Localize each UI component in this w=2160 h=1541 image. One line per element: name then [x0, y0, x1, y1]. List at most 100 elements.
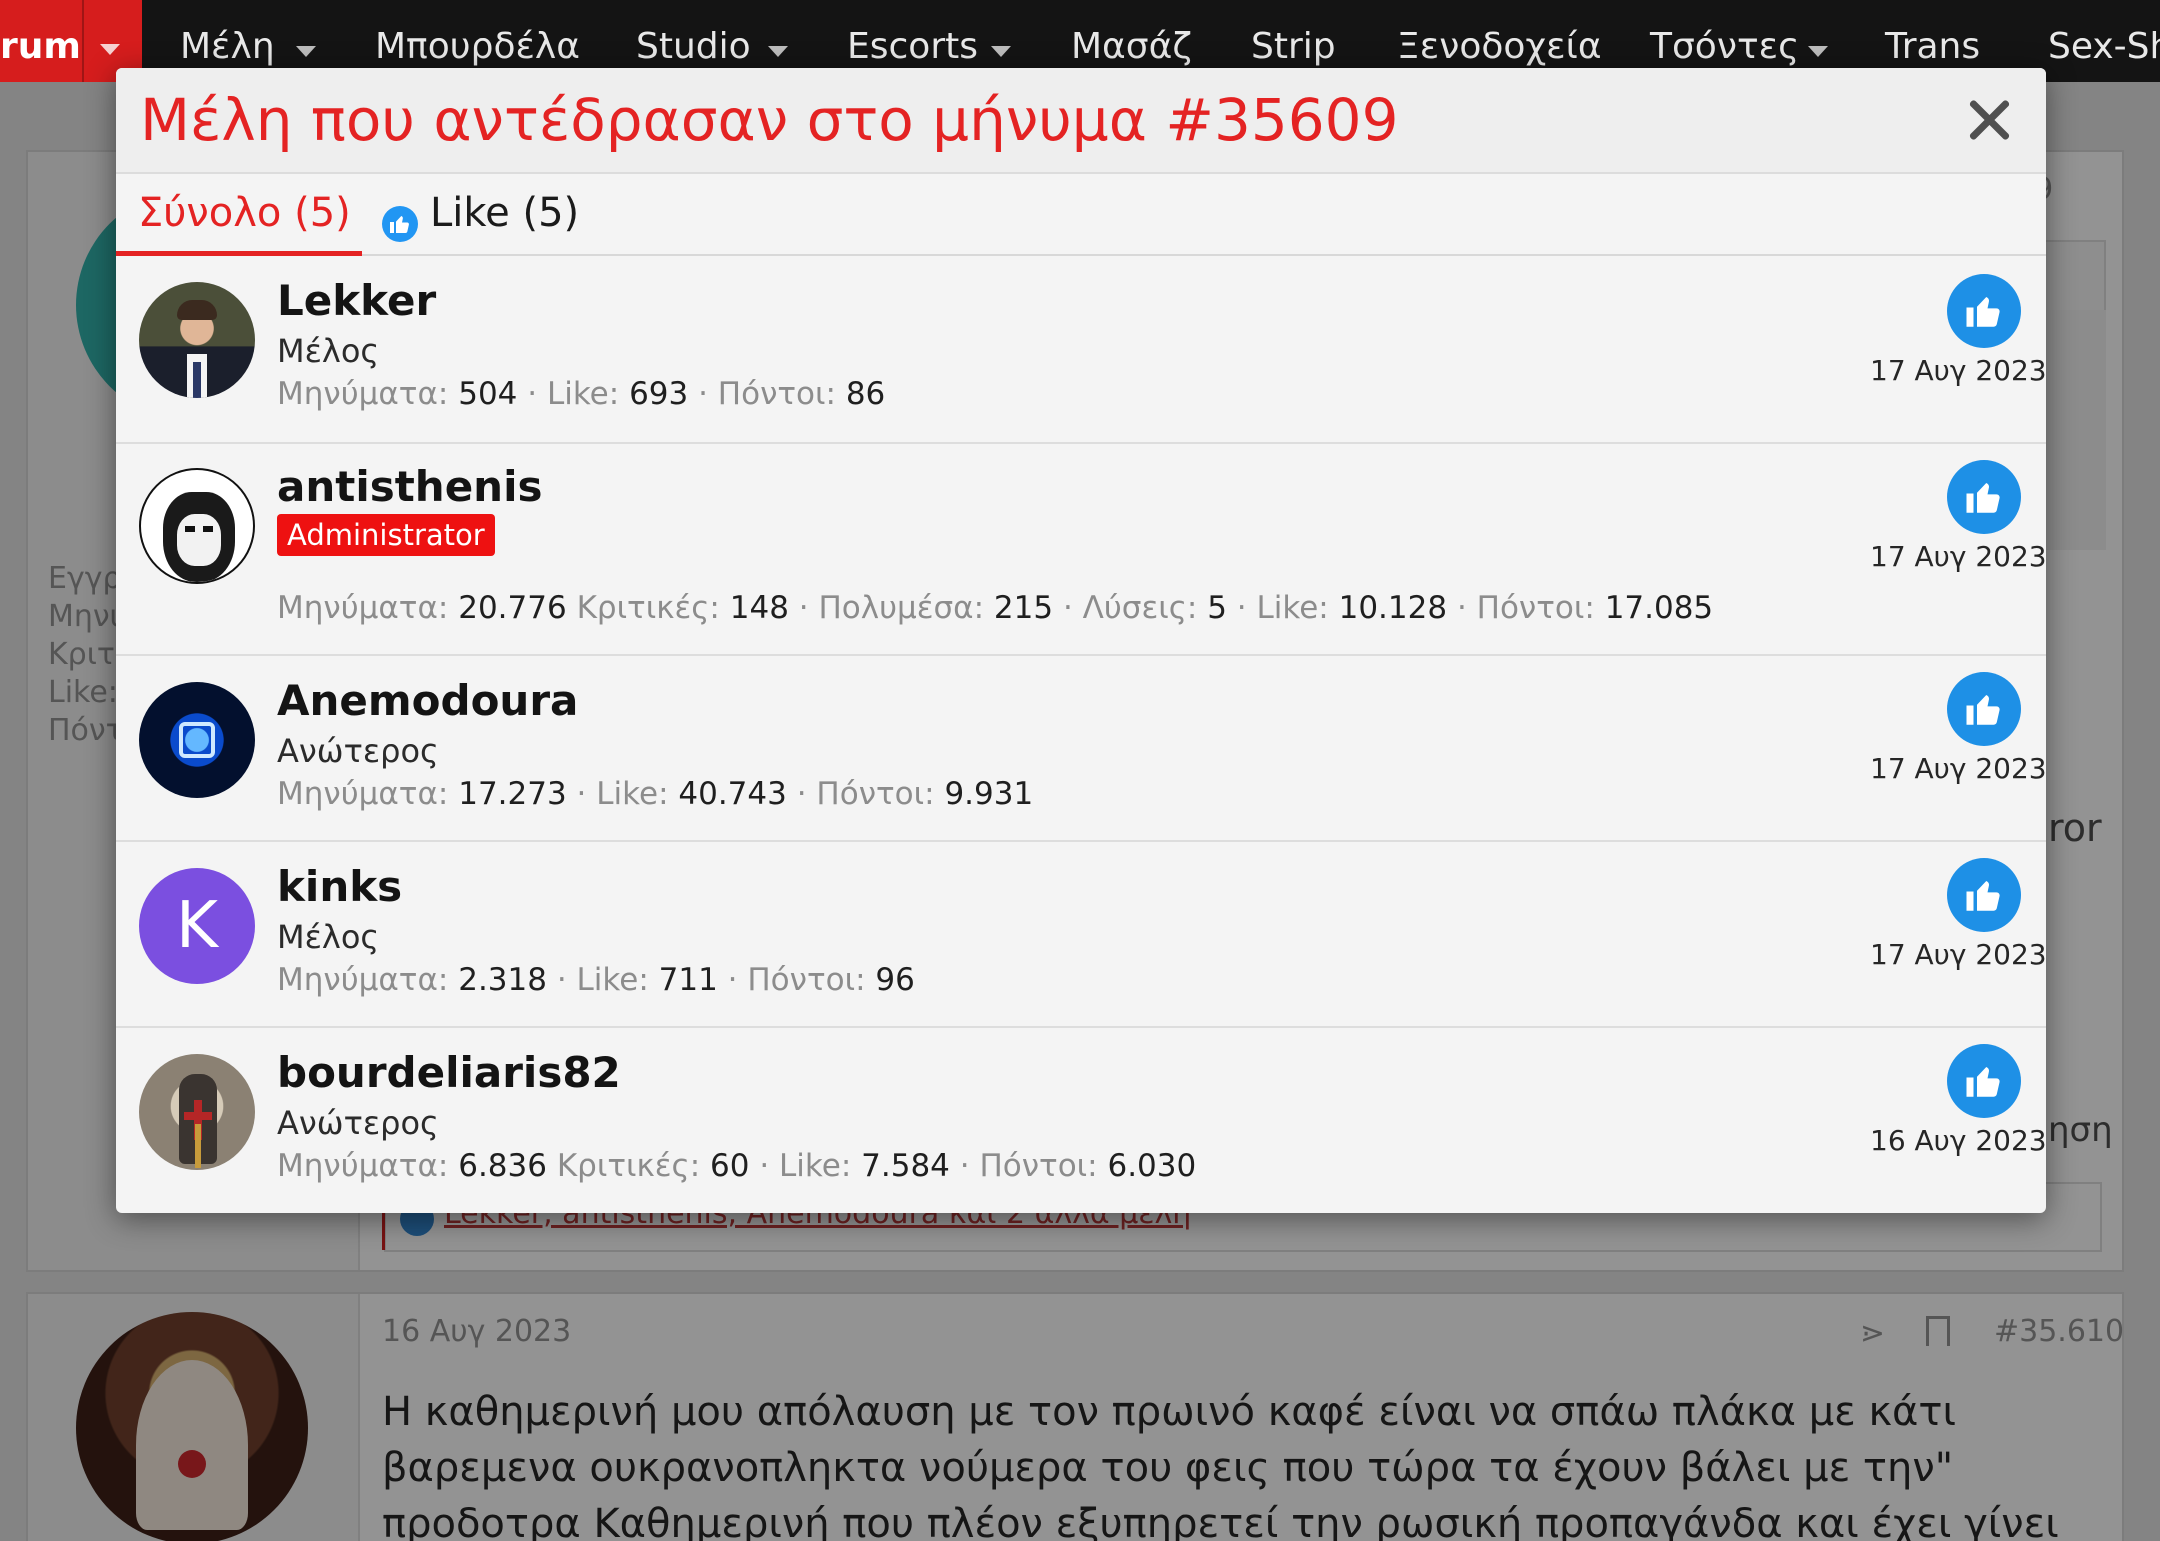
- stat-value: 7.584: [861, 1148, 950, 1184]
- stat-label: Πόντοι:: [816, 776, 935, 812]
- stat-value: 148: [729, 590, 789, 626]
- stat-value: 17.085: [1604, 590, 1714, 626]
- thumbs-up-icon: [1947, 1044, 2021, 1118]
- user-stats: Μηνύματα: 504 · Like: 693 · Πόντοι: 86: [277, 376, 886, 412]
- list-item: antisthenis Administrator Μηνύματα: 20.7…: [116, 444, 2046, 656]
- thumbs-up-icon: [382, 206, 418, 242]
- avatar-detail: [177, 514, 221, 566]
- nav-item-sex-shop[interactable]: Sex-Sh: [2048, 26, 2160, 67]
- thumbs-up-icon: [1947, 672, 2021, 746]
- stat-label: Like:: [596, 776, 669, 812]
- stat-label: Πολυμέσα:: [818, 590, 985, 626]
- stat-value: 2.318: [458, 962, 547, 998]
- username[interactable]: Anemodoura: [277, 676, 578, 725]
- reaction-tabs: Σύνολο (5) Like (5): [116, 174, 2046, 256]
- stat-label: Like:: [1256, 590, 1329, 626]
- tab-like[interactable]: Like (5): [382, 174, 582, 256]
- thumbs-up-icon: [1947, 858, 2021, 932]
- stat-value: 96: [875, 962, 915, 998]
- chevron-down-icon[interactable]: [100, 44, 120, 55]
- stat-value: 17.273: [458, 776, 567, 812]
- thumbs-up-icon: [1947, 274, 2021, 348]
- nav-item-videos[interactable]: Τσόντες: [1650, 26, 1799, 67]
- stat-label: Πόντοι:: [979, 1148, 1098, 1184]
- nav-item-strip[interactable]: Strip: [1251, 26, 1336, 67]
- chevron-down-icon[interactable]: [768, 46, 788, 57]
- nav-item-members[interactable]: Μέλη: [180, 26, 275, 67]
- avatar-detail: [177, 300, 217, 320]
- stat-label: Κριτικές:: [576, 590, 720, 626]
- stat-value: 6.836: [458, 1148, 547, 1184]
- thumbs-up-icon: [1947, 460, 2021, 534]
- nav-item-trans[interactable]: Trans: [1885, 26, 1980, 67]
- avatar[interactable]: [139, 682, 255, 798]
- user-title: Ανώτερος: [277, 1104, 439, 1142]
- user-title: Μέλος: [277, 332, 380, 370]
- stat-value: 40.743: [678, 776, 787, 812]
- stat-value: 86: [845, 376, 886, 412]
- user-title: Μέλος: [277, 918, 380, 956]
- close-icon[interactable]: [1962, 92, 2018, 148]
- dialog-header: Μέλη που αντέδρασαν στο μήνυμα #35609: [116, 68, 2046, 174]
- stat-value: 504: [458, 376, 518, 412]
- avatar[interactable]: [139, 468, 255, 584]
- stat-value: 693: [629, 376, 689, 412]
- username[interactable]: bourdeliaris82: [277, 1048, 621, 1097]
- list-item: Anemodoura Ανώτερος Μηνύματα: 17.273 · L…: [116, 656, 2046, 842]
- power-icon: [179, 722, 215, 758]
- nav-item-escorts[interactable]: Escorts: [847, 26, 978, 67]
- user-stats: Μηνύματα: 2.318 · Like: 711 · Πόντοι: 96: [277, 962, 915, 998]
- list-item: bourdeliaris82 Ανώτερος Μηνύματα: 6.836 …: [116, 1028, 2046, 1213]
- nav-item-studio[interactable]: Studio: [636, 26, 751, 67]
- avatar-detail: [203, 526, 213, 532]
- stat-value: 6.030: [1107, 1148, 1197, 1184]
- stat-value: 20.776: [458, 590, 567, 626]
- stat-value: 5: [1207, 590, 1227, 626]
- tab-all[interactable]: Σύνολο (5): [116, 174, 362, 256]
- list-item: K kinks Μέλος Μηνύματα: 2.318 · Like: 71…: [116, 842, 2046, 1028]
- stat-label: Μηνύματα:: [277, 1148, 449, 1184]
- list-item: Lekker Μέλος Μηνύματα: 504 · Like: 693 ·…: [116, 258, 2046, 444]
- user-stats: Μηνύματα: 20.776 Κριτικές: 148 · Πολυμέσ…: [277, 590, 1714, 626]
- tab-like-label: Like (5): [430, 190, 580, 236]
- reactions-dialog: Μέλη που αντέδρασαν στο μήνυμα #35609 Σύ…: [116, 68, 2046, 1213]
- avatar[interactable]: [139, 282, 255, 398]
- chevron-down-icon[interactable]: [296, 46, 316, 57]
- stat-label: Like:: [779, 1148, 852, 1184]
- user-title: Ανώτερος: [277, 732, 439, 770]
- stat-label: Μηνύματα:: [277, 590, 449, 626]
- stat-label: Λύσεις:: [1082, 590, 1198, 626]
- user-stats: Μηνύματα: 6.836 Κριτικές: 60 · Like: 7.5…: [277, 1148, 1197, 1184]
- avatar[interactable]: K: [139, 868, 255, 984]
- nav-item-massage[interactable]: Μασάζ: [1071, 26, 1192, 67]
- user-badge-administrator: Administrator: [277, 514, 495, 556]
- nav-item-hotels[interactable]: Ξενοδοχεία: [1397, 26, 1602, 67]
- stat-label: Μηνύματα:: [277, 776, 449, 812]
- stat-label: Μηνύματα:: [277, 962, 449, 998]
- avatar[interactable]: [139, 1054, 255, 1170]
- username[interactable]: Lekker: [277, 276, 436, 325]
- stat-label: Πόντοι:: [1476, 590, 1595, 626]
- user-stats: Μηνύματα: 17.273 · Like: 40.743 · Πόντοι…: [277, 776, 1034, 812]
- reaction-date: 17 Αυγ 2023: [1870, 752, 2046, 785]
- stat-label: Πόντοι:: [747, 962, 866, 998]
- stat-value: 9.931: [944, 776, 1034, 812]
- stat-value: 711: [658, 962, 718, 998]
- stat-value: 10.128: [1338, 590, 1448, 626]
- stat-value: 60: [710, 1148, 750, 1184]
- avatar-detail: [195, 1124, 201, 1168]
- username[interactable]: antisthenis: [277, 462, 542, 511]
- stat-label: Like:: [576, 962, 649, 998]
- reaction-date: 17 Αυγ 2023: [1870, 938, 2046, 971]
- chevron-down-icon[interactable]: [991, 46, 1011, 57]
- dialog-title: Μέλη που αντέδρασαν στο μήνυμα #35609: [140, 86, 1399, 154]
- avatar-detail: [185, 526, 195, 532]
- avatar-detail: [193, 362, 201, 398]
- reaction-date: 17 Αυγ 2023: [1870, 540, 2046, 573]
- stat-label: Μηνύματα:: [277, 376, 449, 412]
- chevron-down-icon[interactable]: [1808, 46, 1828, 57]
- nav-item-brothels[interactable]: Μπουρδέλα: [375, 26, 580, 67]
- stat-label: Κριτικές:: [556, 1148, 701, 1184]
- username[interactable]: kinks: [277, 862, 402, 911]
- site-logo-text: rum: [0, 26, 81, 67]
